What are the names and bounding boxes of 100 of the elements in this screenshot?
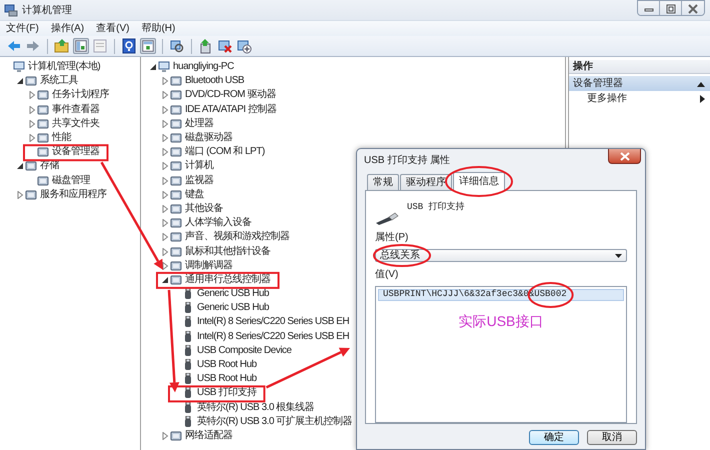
tree-item[interactable]: Generic USB Hub <box>197 302 269 314</box>
tab[interactable]: 常规 <box>367 174 399 190</box>
menu-item[interactable]: 查看(V) <box>96 21 130 36</box>
tree-item[interactable]: 计算机 <box>185 160 214 172</box>
tree-item[interactable]: USB Root Hub <box>197 359 257 372</box>
collapsed-arrow-icon[interactable] <box>161 148 169 156</box>
minimize-button[interactable] <box>638 1 660 15</box>
tree-item[interactable]: 磁盘管理 <box>52 174 90 187</box>
forward-arrow-icon[interactable] <box>25 38 41 54</box>
tree-item[interactable]: 监视器 <box>185 174 214 187</box>
collapsed-arrow-icon[interactable] <box>16 190 24 199</box>
tree-item[interactable]: Bluetooth USB <box>185 75 244 88</box>
collapsed-arrow-icon[interactable] <box>161 204 169 213</box>
tree-item[interactable]: DVD/CD-ROM 驱动器 <box>185 89 276 102</box>
collapsed-arrow-icon[interactable] <box>28 120 36 128</box>
collapsed-arrow-icon[interactable] <box>28 106 36 114</box>
tree-item[interactable]: 键盘 <box>185 188 204 201</box>
collapsed-arrow-icon[interactable] <box>161 120 169 128</box>
collapsed-arrow-icon[interactable] <box>161 233 169 242</box>
back-arrow-icon[interactable] <box>6 38 22 54</box>
dialog-button[interactable]: 取消 <box>587 430 637 445</box>
tree-item[interactable]: 性能 <box>52 132 71 144</box>
collapsed-arrow-icon[interactable] <box>161 176 169 185</box>
tree-item[interactable]: 网络适配器 <box>185 430 232 442</box>
tree-item[interactable]: 端口 (COM 和 LPT) <box>185 146 265 158</box>
properties-pane-icon[interactable] <box>140 38 156 54</box>
usb-plug-icon <box>182 316 194 328</box>
expanded-arrow-icon[interactable] <box>16 162 24 170</box>
tree-item[interactable]: USB Root Hub <box>197 373 257 386</box>
tree-item[interactable]: 存储 <box>40 160 59 172</box>
add-hardware-icon[interactable] <box>236 38 252 54</box>
device-icon <box>170 89 182 102</box>
console-tree-icon[interactable] <box>73 38 89 54</box>
collapsed-arrow-icon[interactable] <box>161 432 169 440</box>
tree-item[interactable]: 共享文件夹 <box>52 118 100 130</box>
close-icon <box>620 152 630 160</box>
usb-plug-icon <box>182 416 194 428</box>
tree-item[interactable]: IDE ATA/ATAPI 控制器 <box>185 104 276 116</box>
usb-plug-icon <box>182 288 194 300</box>
tree-item[interactable]: 调制解调器 <box>185 260 232 272</box>
device-icon <box>170 260 182 272</box>
tree-item[interactable]: USB 打印支持 <box>197 387 256 400</box>
tree-item[interactable]: 处理器 <box>185 118 214 130</box>
close-button[interactable] <box>608 149 641 164</box>
menu-item[interactable]: 文件(F) <box>6 21 39 36</box>
uninstall-icon[interactable] <box>217 38 233 54</box>
collapse-icon[interactable] <box>697 80 705 86</box>
value-label: 值(V) <box>375 268 400 282</box>
folder-up-icon[interactable] <box>54 38 70 54</box>
collapsed-arrow-icon[interactable] <box>161 77 169 86</box>
collapsed-arrow-icon[interactable] <box>28 134 36 142</box>
tree-item[interactable]: Intel(R) 8 Series/C220 Series USB EH <box>197 330 350 343</box>
tree-item[interactable]: 鼠标和其他指针设备 <box>185 246 270 258</box>
tree-item[interactable]: 通用串行总线控制器 <box>185 274 270 286</box>
device-icon <box>170 246 182 258</box>
collapsed-arrow-icon[interactable] <box>161 219 169 228</box>
tree-item[interactable]: huangliying-PC <box>173 61 234 74</box>
dialog-button[interactable]: 确定 <box>529 430 579 445</box>
collapsed-arrow-icon[interactable] <box>161 134 169 142</box>
expanded-arrow-icon[interactable] <box>16 77 24 86</box>
tree-item[interactable]: 其他设备 <box>185 202 223 215</box>
action-link[interactable]: 更多操作 <box>569 91 710 106</box>
device-icon <box>37 118 49 130</box>
expanded-arrow-icon[interactable] <box>161 276 169 284</box>
tree-item[interactable]: 事件查看器 <box>52 104 100 116</box>
menu-item[interactable]: 帮助(H) <box>141 21 176 36</box>
tree-item[interactable]: Generic USB Hub <box>197 288 269 300</box>
collapsed-arrow-icon[interactable] <box>161 262 169 270</box>
tree-item[interactable]: 系统工具 <box>40 75 78 88</box>
tree-item[interactable]: 服务和应用程序 <box>40 188 106 201</box>
collapsed-arrow-icon[interactable] <box>161 91 169 100</box>
tree-item[interactable]: 人体学输入设备 <box>185 217 252 230</box>
tree-item[interactable]: USB Composite Device <box>197 344 292 357</box>
tree-item[interactable]: 任务计划程序 <box>52 89 109 102</box>
maximize-button[interactable] <box>660 1 682 15</box>
action-group-header[interactable]: 设备管理器 <box>569 76 710 91</box>
tab[interactable]: 详细信息 <box>453 172 505 191</box>
tree-item[interactable]: 英特尔(R) USB 3.0 根集线器 <box>197 402 314 414</box>
collapsed-arrow-icon[interactable] <box>161 162 169 170</box>
collapsed-arrow-icon[interactable] <box>28 91 36 100</box>
help-icon[interactable] <box>121 38 137 54</box>
collapsed-arrow-icon[interactable] <box>161 106 169 114</box>
collapsed-arrow-icon[interactable] <box>161 248 169 256</box>
tree-item[interactable]: 英特尔(R) USB 3.0 可扩展主机控制器 <box>197 416 352 428</box>
tree-item[interactable]: 磁盘驱动器 <box>185 132 232 144</box>
tree-item[interactable]: 设备管理器 <box>52 146 100 158</box>
computer-icon <box>13 61 25 74</box>
property-dropdown[interactable]: 总线关系 <box>375 249 627 262</box>
collapsed-arrow-icon[interactable] <box>161 190 169 199</box>
tab[interactable]: 驱动程序 <box>400 174 452 190</box>
computer-icon <box>158 61 170 74</box>
scan-hardware-icon[interactable] <box>169 38 185 54</box>
expanded-arrow-icon[interactable] <box>149 63 157 72</box>
tree-item[interactable]: 声音、视频和游戏控制器 <box>185 231 290 244</box>
tree-item[interactable]: 计算机管理(本地) <box>28 61 100 74</box>
tree-item[interactable]: Intel(R) 8 Series/C220 Series USB EH <box>197 316 350 328</box>
close-button[interactable] <box>682 1 704 15</box>
device-icon <box>37 89 49 102</box>
menu-item[interactable]: 操作(A) <box>50 21 84 36</box>
annotation-text: 实际USB接口 <box>458 312 544 331</box>
